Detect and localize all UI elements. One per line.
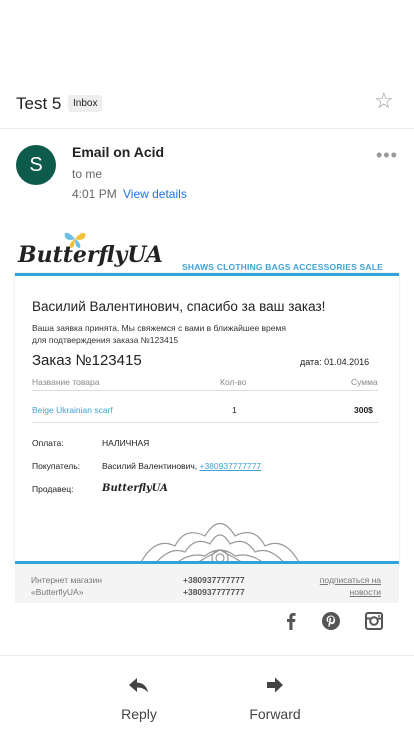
product-name-link[interactable]: Beige Ukrainian scarf [32, 405, 113, 415]
product-qty: 1 [232, 405, 237, 415]
payment-label: Оплата: [32, 438, 64, 448]
order-date: дата: 01.04.2016 [300, 357, 370, 367]
order-title: Заказ №123415 [32, 352, 142, 369]
footer-shop-line-2: «ButterflyUA» [31, 587, 84, 597]
col-header-qty: Кол-во [220, 377, 247, 387]
footer-phones: +380937777777 +380937777777 [183, 574, 245, 598]
footer-phone-1: +380937777777 [183, 575, 245, 585]
butterfly-icon [64, 232, 86, 248]
buyer-name: Василий Валентинович, [102, 461, 198, 471]
star-icon[interactable]: ☆ [374, 90, 394, 112]
payment-value: НАЛИЧНАЯ [102, 438, 150, 448]
inbox-label[interactable]: Inbox [68, 95, 103, 112]
reply-icon [129, 678, 148, 693]
pinterest-icon[interactable] [320, 610, 342, 632]
col-header-sum: Сумма [351, 377, 378, 387]
note-line-2: для подтверждения заказа №123415 [32, 335, 179, 345]
seller-label: Продавец: [32, 484, 74, 494]
facebook-icon[interactable] [280, 610, 302, 632]
footer-shop-line-1: Интернет магазин [31, 575, 102, 585]
buyer-label: Покупатель: [32, 461, 81, 471]
subscribe-link[interactable]: подписаться на новости [320, 574, 381, 598]
confirmation-note: Ваша заявка принята. Мы свяжемся с вами … [32, 322, 352, 346]
sender-name: Email on Acid [72, 144, 165, 160]
subscribe-line-2: новости [349, 587, 381, 597]
subscribe-line-1: подписаться на [319, 575, 381, 585]
table-divider [32, 422, 378, 423]
reply-button[interactable]: Reply [99, 674, 179, 722]
note-line-1: Ваша заявка принята. Мы свяжемся с вами … [32, 323, 286, 333]
col-header-product: Название товара [32, 377, 100, 387]
email-footer: Интернет магазин «ButterflyUA» +38093777… [15, 561, 399, 603]
forward-icon [267, 677, 283, 693]
footer-shop: Интернет магазин «ButterflyUA» [31, 574, 102, 598]
buyer-value: Василий Валентинович, +380937777777 [102, 461, 261, 471]
email-subject: Test 5 [16, 94, 62, 113]
greeting-text: Василий Валентинович, спасибо за ваш зак… [32, 299, 326, 314]
table-divider [32, 390, 378, 391]
header-divider [0, 128, 414, 129]
seller-logo: ButterflyUA [102, 483, 168, 494]
brand-logo: ButterflyUA [18, 242, 163, 268]
view-details-link[interactable]: View details [123, 187, 187, 201]
recipient-line: to me [72, 167, 103, 181]
forward-button[interactable]: Forward [235, 674, 315, 722]
sender-avatar[interactable]: S [16, 145, 56, 185]
brand-tagline: SHAWS CLOTHING BAGS ACCESSORIES SALE [182, 262, 383, 272]
mandala-ornament [141, 522, 299, 561]
forward-label: Forward [249, 706, 301, 722]
more-options-icon[interactable]: ••• [376, 146, 398, 164]
buyer-phone-link[interactable]: +380937777777 [199, 461, 261, 471]
product-sum: 300$ [354, 405, 373, 415]
footer-phone-2: +380937777777 [183, 587, 245, 597]
order-card: Василий Валентинович, спасибо за ваш зак… [15, 273, 399, 561]
message-time: 4:01 PM [72, 187, 117, 201]
instagram-icon[interactable] [363, 610, 385, 632]
actions-divider [0, 655, 414, 656]
reply-label: Reply [121, 706, 157, 722]
